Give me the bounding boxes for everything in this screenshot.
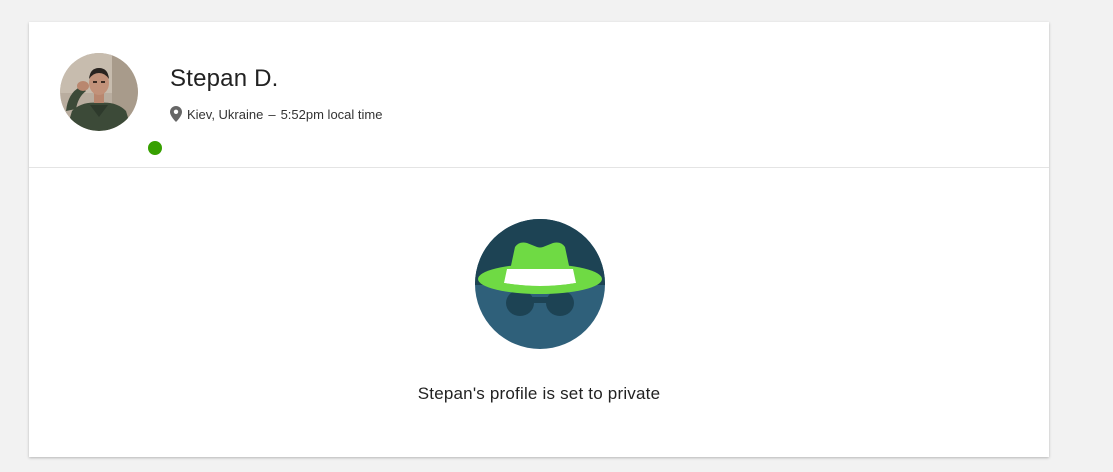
local-time: 5:52pm local time (280, 106, 383, 122)
online-status-icon (145, 138, 165, 158)
location-text: Kiev, Ukraine (187, 106, 264, 122)
avatar-container[interactable] (60, 53, 165, 158)
avatar[interactable] (60, 53, 138, 131)
profile-location-row: Kiev, Ukraine – 5:52pm local time (170, 105, 382, 123)
location-separator: – (268, 106, 276, 122)
profile-card: Stepan D. Kiev, Ukraine – 5:52pm local t… (29, 22, 1049, 457)
private-profile-message: Stepan's profile is set to private (417, 384, 661, 403)
incognito-icon (475, 219, 605, 349)
profile-body: Stepan's profile is set to private (29, 168, 1049, 457)
profile-header: Stepan D. Kiev, Ukraine – 5:52pm local t… (29, 22, 1049, 168)
profile-name: Stepan D. (170, 65, 279, 92)
map-pin-icon (170, 106, 182, 122)
